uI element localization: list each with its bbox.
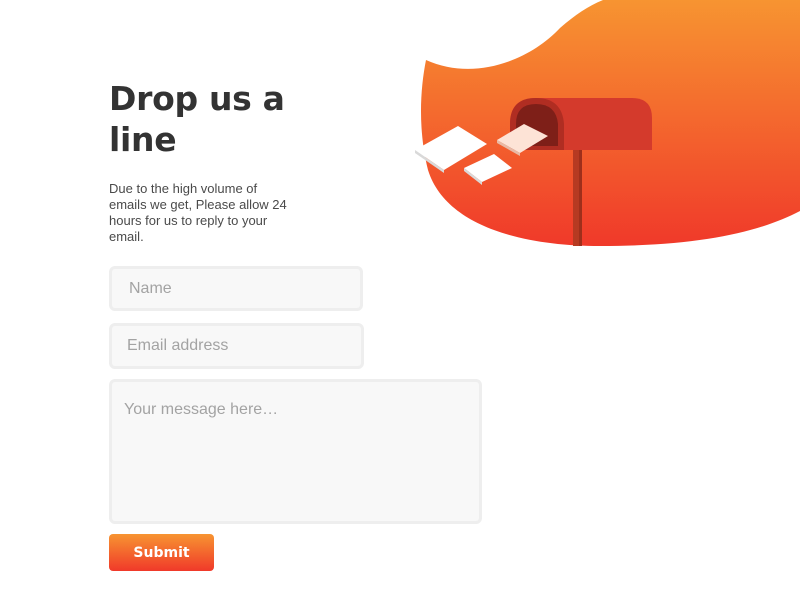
message-textarea[interactable] [109,379,482,524]
email-input[interactable] [109,323,364,369]
contact-page: Drop us a line Due to the high volume of… [0,0,800,600]
name-input[interactable] [109,266,363,311]
page-description: Due to the high volume of emails we get,… [109,181,287,244]
page-title: Drop us a line [109,79,285,159]
submit-button[interactable]: Submit [109,534,214,571]
